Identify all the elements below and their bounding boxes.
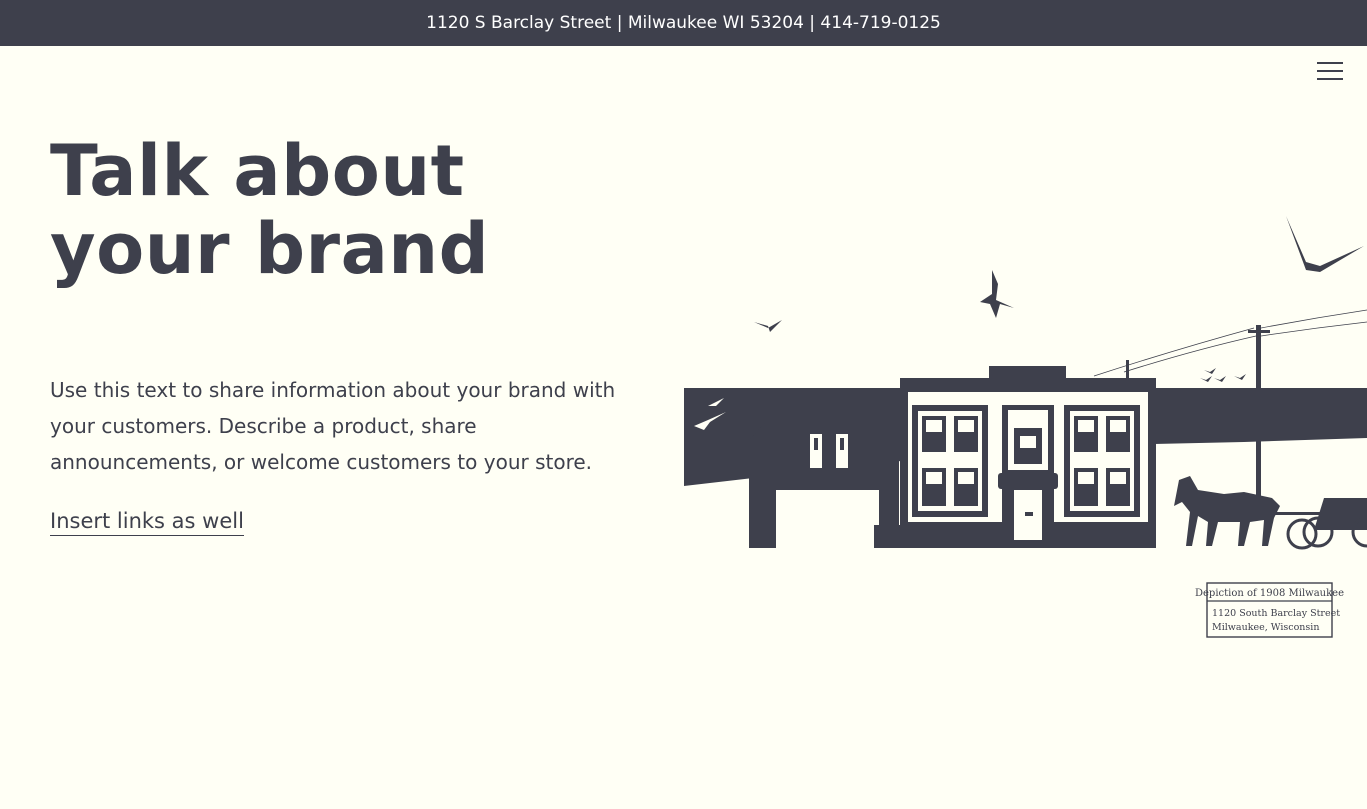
main-building [874,366,1156,548]
menu-line [1317,78,1343,80]
caption-line-2: Milwaukee, Wisconsin [1212,622,1319,633]
store-address-phone: 1120 S Barclay Street | Milwaukee WI 532… [426,13,941,33]
announcement-bar: 1120 S Barclay Street | Milwaukee WI 532… [0,0,1367,46]
illustration-caption-plaque: Depiction of 1908 Milwaukee 1120 South B… [1195,582,1344,638]
insert-links-link[interactable]: Insert links as well [50,508,244,536]
caption-title: Depiction of 1908 Milwaukee [1195,588,1344,599]
milwaukee-1908-illustration: Depiction of 1908 Milwaukee 1120 South B… [684,216,1367,638]
menu-line [1317,62,1343,64]
horse-and-carriage [1174,476,1367,550]
page-title: Talk about your brand [50,130,490,290]
menu-line [1317,70,1343,72]
caption-line-1: 1120 South Barclay Street [1212,608,1340,619]
hero-text-block: Talk about your brand Use this text to s… [50,132,660,536]
hero-description: Use this text to share information about… [50,378,616,474]
hamburger-menu-icon[interactable] [1317,60,1343,82]
birds [754,216,1364,382]
